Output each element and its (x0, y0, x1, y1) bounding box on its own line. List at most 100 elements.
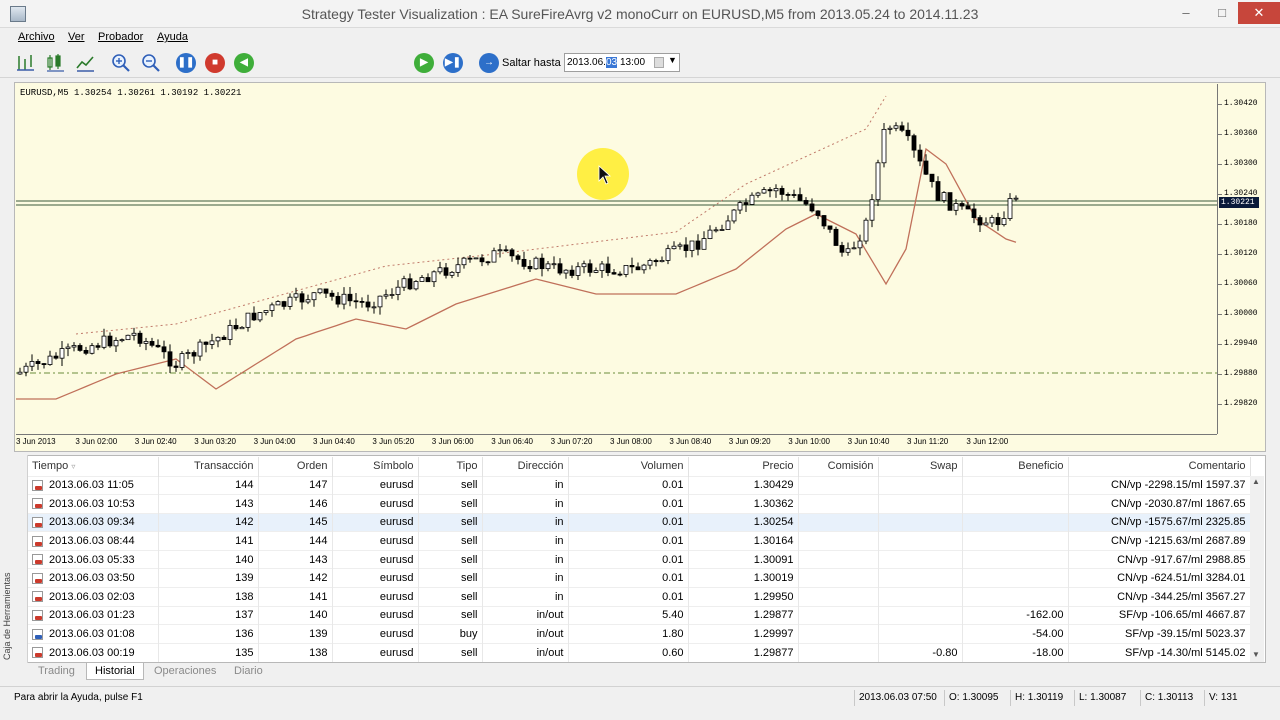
menu-probador[interactable]: Probador (98, 31, 143, 43)
price-tick-label: 1.29880 (1224, 369, 1258, 378)
candle-body (221, 336, 227, 340)
table-cell: 1.30091 (688, 549, 799, 569)
table-cell: 138 (158, 587, 259, 607)
candle-body (65, 346, 71, 349)
date-time-picker[interactable]: 2013.06.03 13:00 ▼ (564, 53, 680, 72)
table-row[interactable]: 2013.06.03 09:34 142 145 eurusd sell in 0.01 1.… (28, 512, 1251, 532)
table-cell: 139 (158, 568, 259, 588)
history-table: Tiempo ▿ Transacción Orden Símbolo Tipo … (28, 457, 1251, 662)
tab-trading[interactable]: Trading (30, 663, 83, 680)
col-swap[interactable]: Swap (878, 457, 963, 476)
line-chart-icon[interactable] (74, 52, 96, 74)
col-beneficio[interactable]: Beneficio (962, 457, 1069, 476)
candle-body (149, 341, 155, 346)
candle-body (545, 263, 551, 270)
close-button[interactable]: ✕ (1238, 2, 1280, 24)
col-simbolo[interactable]: Símbolo (332, 457, 419, 476)
candle-body (665, 248, 671, 261)
cell-text: 2013.06.03 09:34 (49, 516, 135, 529)
table-row[interactable]: 2013.06.03 10:53 143 146 eurusd sell in 0.01 1.… (28, 494, 1251, 514)
cell-text: buy (459, 628, 478, 641)
scroll-down-icon[interactable]: ▼ (1252, 650, 1260, 659)
table-row[interactable]: 2013.06.03 02:03 138 141 eurusd sell in 0.01 1.… (28, 587, 1251, 607)
time-tick-label: 3 Jun 02:00 (75, 437, 118, 446)
table-cell: 146 (258, 494, 333, 514)
time-tick-label: 3 Jun 10:40 (847, 437, 890, 446)
time-axis: 3 Jun 2013 3 Jun 02:00 3 Jun 02:40 3 Jun 03… (16, 434, 1217, 450)
col-precio[interactable]: Precio (688, 457, 799, 476)
price-tick (1218, 134, 1222, 135)
table-row[interactable]: 2013.06.03 01:23 137 140 eurusd sell in/out 5.… (28, 605, 1251, 625)
chevron-down-icon[interactable]: ▼ (668, 55, 677, 65)
cell-text: 141 (235, 535, 254, 548)
table-cell: 0.01 (568, 568, 689, 588)
candlestick-chart-icon[interactable] (44, 52, 66, 74)
candle-body (641, 264, 647, 271)
skip-icon[interactable]: ▶❚ (443, 53, 463, 73)
candle-body (497, 249, 503, 252)
table-row[interactable]: 2013.06.03 11:05 144 147 eurusd sell in 0.01 1.… (28, 475, 1251, 495)
price-chart[interactable] (16, 84, 1217, 434)
cell-text: 141 (309, 590, 328, 603)
table-cell: 137 (158, 605, 259, 625)
candle-body (677, 244, 683, 247)
col-transaccion[interactable]: Transacción (158, 457, 259, 476)
menu-ayuda[interactable]: Ayuda (157, 31, 188, 43)
candle-body (695, 240, 701, 250)
tab-operaciones[interactable]: Operaciones (146, 663, 224, 680)
col-comision[interactable]: Comisión (798, 457, 879, 476)
table-scrollbar[interactable]: ▲ ▼ (1250, 476, 1264, 662)
step-forward-icon[interactable]: ◀ (234, 53, 254, 73)
play-icon[interactable]: ▶ (414, 53, 434, 73)
cell-text: 1.29877 (753, 646, 794, 659)
table-cell: 144 (258, 531, 333, 551)
candle-body (47, 355, 53, 365)
col-comentario[interactable]: Comentario (1068, 457, 1251, 476)
calendar-icon[interactable] (654, 57, 664, 68)
zoom-in-icon[interactable] (110, 52, 132, 74)
minimize-button[interactable]: – (1168, 2, 1204, 24)
table-cell: 0.01 (568, 531, 689, 551)
toolbox-side-tab[interactable] (14, 455, 28, 663)
table-cell: 0.60 (568, 642, 689, 662)
col-tiempo[interactable]: Tiempo ▿ (28, 457, 159, 476)
time-value[interactable]: 13:00 (620, 57, 645, 68)
candle-body (107, 335, 113, 347)
cell-text: sell (460, 516, 478, 529)
stop-icon[interactable]: ■ (205, 53, 225, 73)
candle-body (959, 203, 965, 207)
candle-body (35, 361, 41, 364)
scroll-up-icon[interactable]: ▲ (1252, 477, 1260, 486)
candle-body (29, 361, 35, 367)
col-orden[interactable]: Orden (258, 457, 333, 476)
candle-body (17, 371, 23, 375)
tab-diario[interactable]: Diario (226, 663, 271, 680)
table-cell: 1.30362 (688, 494, 799, 514)
jump-to-icon[interactable]: → (479, 53, 499, 73)
table-cell (798, 642, 879, 662)
table-row[interactable]: 2013.06.03 03:50 139 142 eurusd sell in 0.01 1.… (28, 568, 1251, 588)
cell-text: 0.01 (662, 590, 684, 603)
table-row[interactable]: 2013.06.03 05:33 140 143 eurusd sell in 0.01 1.… (28, 549, 1251, 569)
bar-chart-icon[interactable] (14, 52, 36, 74)
tab-historial[interactable]: Historial (86, 663, 144, 680)
col-volumen[interactable]: Volumen (568, 457, 689, 476)
zoom-out-icon[interactable] (140, 52, 162, 74)
menu-archivo[interactable]: Archivo (18, 31, 55, 43)
maximize-button[interactable]: □ (1204, 2, 1240, 24)
candle-body (281, 301, 287, 307)
sort-icon: ▿ (71, 462, 76, 472)
menu-ver[interactable]: Ver (68, 31, 85, 43)
date-value[interactable]: 2013.06.03 (567, 57, 618, 68)
col-tipo[interactable]: Tipo (418, 457, 483, 476)
cell-text: 0.01 (662, 516, 684, 529)
table-row[interactable]: 2013.06.03 08:44 141 144 eurusd sell in 0.01 1.… (28, 531, 1251, 551)
table-cell: 5.40 (568, 605, 689, 625)
table-cell: 1.30019 (688, 568, 799, 588)
pause-icon[interactable]: ❚❚ (176, 53, 196, 73)
col-direccion[interactable]: Dirección (482, 457, 569, 476)
candle-body (821, 215, 827, 227)
table-cell: 143 (258, 549, 333, 569)
table-row[interactable]: 2013.06.03 00:19 135 138 eurusd sell in/out 0.… (28, 642, 1251, 662)
table-row[interactable]: 2013.06.03 01:08 136 139 eurusd buy in/out 1.8… (28, 624, 1251, 644)
